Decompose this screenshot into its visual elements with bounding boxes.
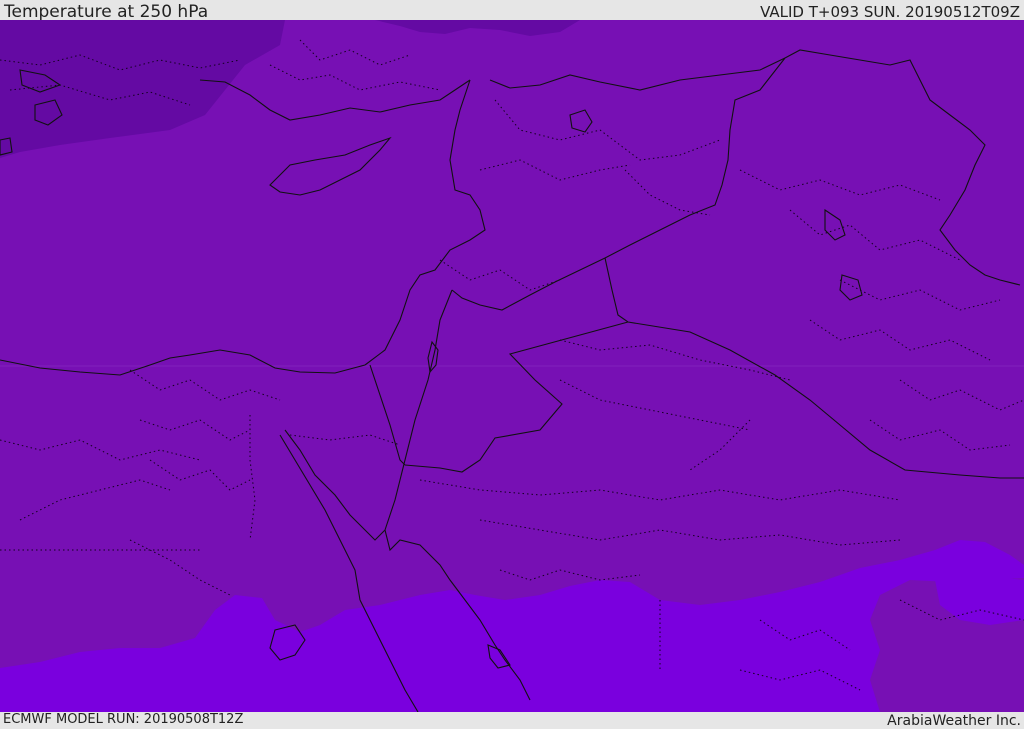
valid-time: VALID T+093 SUN. 20190512T09Z <box>760 3 1020 21</box>
footer-bar: ECMWF MODEL RUN: 20190508T12Z ArabiaWeat… <box>0 712 1024 729</box>
model-run: ECMWF MODEL RUN: 20190508T12Z <box>3 712 244 727</box>
temperature-map[interactable] <box>0 20 1024 712</box>
map-title: Temperature at 250 hPa <box>4 2 209 22</box>
header-bar: Temperature at 250 hPa VALID T+093 SUN. … <box>0 0 1024 22</box>
credit: ArabiaWeather Inc. <box>887 713 1021 729</box>
